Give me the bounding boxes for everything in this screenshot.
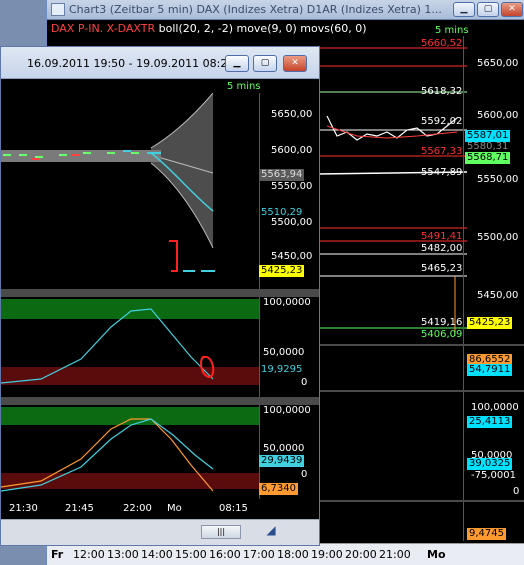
- osc-tick: 100,0000: [263, 297, 311, 308]
- price-tick: 5450,00: [477, 290, 519, 301]
- price-tick: 5600,00: [477, 110, 519, 121]
- time-tick: 19:00: [311, 548, 343, 561]
- back-time-axis: Fr 12:00 13:00 14:00 15:00 16:00 17:00 1…: [47, 543, 524, 565]
- panel-divider[interactable]: [317, 344, 524, 346]
- osc-tick: -75,0001: [471, 470, 516, 481]
- oscillator-1-chart: [1, 299, 259, 385]
- price-tick: 5650,00: [477, 58, 519, 69]
- time-tick: Mo: [427, 548, 446, 561]
- oscillator-2-chart: [1, 407, 259, 492]
- time-tick: Mo: [167, 503, 182, 514]
- panel-divider[interactable]: [1, 289, 319, 297]
- price-tick: 5550,00: [271, 181, 313, 192]
- price-label-gray: 5563,94: [259, 169, 305, 181]
- osc1-value-label: 19,9295: [261, 364, 303, 375]
- back-chart-legend: DAX P-IN. X-DAXTR boll(20, 2, -2) move(9…: [51, 22, 367, 35]
- price-tick: 5500,00: [477, 232, 519, 243]
- price-label-yellow: 5425,23: [259, 265, 305, 277]
- level-label: 5491,41: [421, 231, 463, 242]
- symbol-label: DAX P-IN. X-DAXTR: [51, 22, 156, 35]
- osc-label: 54,7911: [467, 364, 513, 376]
- osc-tick: 50,0000: [263, 347, 305, 358]
- time-tick: 20:00: [345, 548, 377, 561]
- minimize-button[interactable]: ▁: [453, 2, 475, 17]
- back-axis-divider: [463, 36, 464, 541]
- level-label: 5482,00: [421, 243, 463, 254]
- osc-label: 9,4745: [467, 528, 506, 540]
- level-label: 5592,02: [421, 116, 463, 127]
- time-tick: 21:45: [65, 503, 94, 514]
- time-tick: 14:00: [141, 548, 173, 561]
- close-button[interactable]: ✕: [283, 55, 307, 72]
- level-label: 5660,52: [421, 38, 463, 49]
- time-tick: 16:00: [209, 548, 241, 561]
- front-chart-window[interactable]: 16.09.2011 19:50 - 19.09.2011 08:20 ▁ ▢ …: [0, 46, 320, 546]
- scroll-thumb[interactable]: |||: [201, 525, 241, 539]
- time-tick: 12:00: [73, 548, 105, 561]
- time-tick: 18:00: [277, 548, 309, 561]
- level-label: 5419,16: [421, 317, 463, 328]
- scroll-right-icon[interactable]: ◢: [261, 523, 281, 541]
- time-tick: Fr: [51, 548, 64, 561]
- osc-tick: 100,0000: [471, 402, 519, 413]
- back-price-chart: [317, 47, 467, 336]
- horizontal-scrollbar[interactable]: ||| ◢: [1, 519, 319, 545]
- chart-app-icon: [51, 3, 65, 16]
- level-label: 5406,09: [421, 329, 463, 340]
- maximize-button[interactable]: ▢: [477, 2, 499, 17]
- osc-tick: 0: [301, 469, 308, 480]
- price-tick: 5600,00: [271, 145, 313, 156]
- osc-tick: 100,0000: [263, 405, 311, 416]
- panel-divider[interactable]: [317, 390, 524, 392]
- level-label: 5618,32: [421, 86, 463, 97]
- time-tick: 15:00: [175, 548, 207, 561]
- osc-tick: 0: [513, 486, 520, 497]
- panel-divider[interactable]: [1, 397, 319, 405]
- price-label-cyan: 5510,29: [261, 207, 303, 218]
- level-label: 5568,71: [465, 152, 511, 164]
- osc2-orange-label: 6,7340: [259, 483, 298, 495]
- time-tick: 21:00: [379, 548, 411, 561]
- osc-tick: 50,0000: [263, 443, 305, 454]
- price-tick: 5450,00: [271, 251, 313, 262]
- osc-tick: 0: [301, 377, 308, 388]
- price-tick: 5650,00: [271, 109, 313, 120]
- osc2-cyan-label: 29,9439: [259, 455, 305, 467]
- time-tick: 22:00: [123, 503, 152, 514]
- indicator-label: boll(20, 2, -2) move(9, 0) movs(60, 0): [158, 22, 367, 35]
- front-price-chart: [1, 93, 215, 272]
- osc-label: 39,0325: [467, 458, 513, 470]
- time-tick: 17:00: [243, 548, 275, 561]
- front-window-title: 16.09.2011 19:50 - 19.09.2011 08:20: [27, 57, 235, 70]
- price-tick: 5550,00: [477, 174, 519, 185]
- level-label: 5465,23: [421, 263, 463, 274]
- level-label: 5547,89: [421, 167, 463, 178]
- time-tick: 13:00: [107, 548, 139, 561]
- level-label: 5567,33: [421, 146, 463, 157]
- osc-label: 25,4113: [467, 416, 513, 428]
- front-title-bar[interactable]: 16.09.2011 19:50 - 19.09.2011 08:20 ▁ ▢ …: [1, 47, 319, 79]
- close-button[interactable]: ✕: [501, 2, 523, 17]
- panel-divider[interactable]: [317, 500, 524, 502]
- interval-label: 5 mins: [435, 25, 469, 36]
- back-title-bar[interactable]: Chart3 (Zeitbar 5 min) DAX (Indizes Xetr…: [47, 0, 524, 20]
- level-label: 5425,23: [467, 317, 513, 329]
- back-window-title: Chart3 (Zeitbar 5 min) DAX (Indizes Xetr…: [69, 3, 442, 16]
- interval-label: 5 mins: [227, 81, 261, 92]
- time-tick: 21:30: [9, 503, 38, 514]
- front-time-axis: 21:30 21:45 22:00 Mo 08:15: [1, 499, 319, 519]
- maximize-button[interactable]: ▢: [253, 55, 277, 72]
- time-tick: 08:15: [219, 503, 248, 514]
- minimize-button[interactable]: ▁: [225, 55, 249, 72]
